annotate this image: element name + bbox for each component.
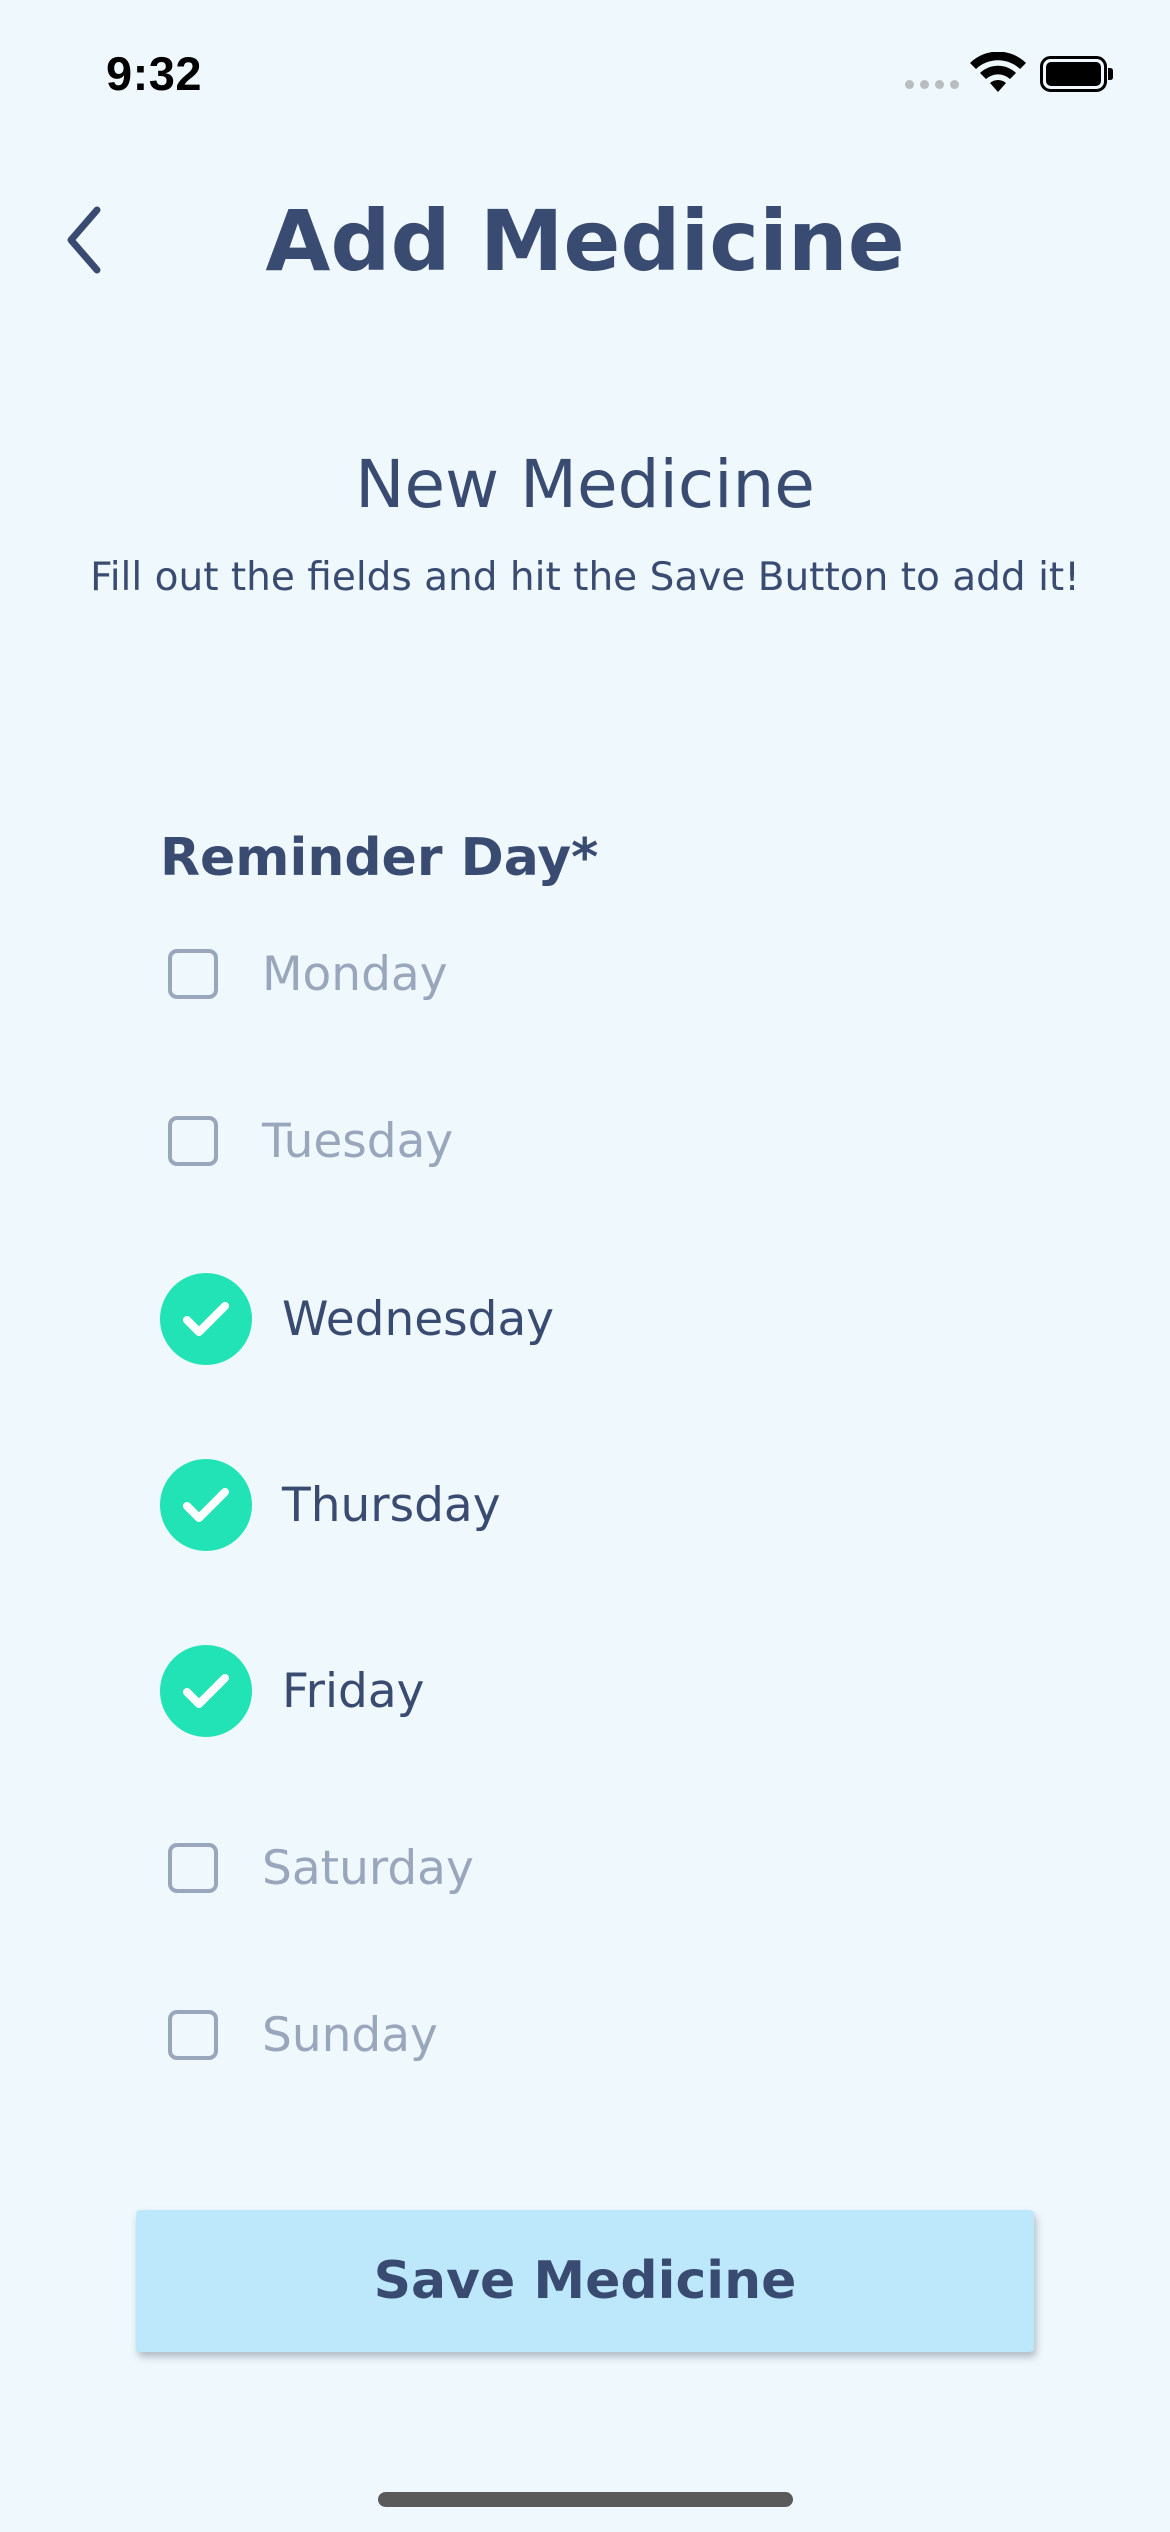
check-circle-icon[interactable]: [160, 1645, 252, 1737]
status-time: 9:32: [106, 47, 203, 100]
day-label: Thursday: [282, 1477, 501, 1533]
checkmark-icon: [183, 1302, 229, 1336]
day-label: Monday: [262, 946, 448, 1002]
page-title: Add Medicine: [265, 192, 905, 290]
day-label: Wednesday: [282, 1291, 555, 1347]
reminder-day-label: Reminder Day*: [160, 828, 599, 888]
day-option-wednesday[interactable]: Wednesday: [160, 1269, 554, 1369]
day-option-thursday[interactable]: Thursday: [160, 1455, 501, 1555]
form-title: New Medicine: [355, 446, 815, 523]
check-circle-icon[interactable]: [160, 1273, 252, 1365]
checkbox-unchecked-icon[interactable]: [168, 1116, 218, 1166]
day-option-tuesday[interactable]: Tuesday: [160, 1091, 453, 1191]
checkmark-icon: [183, 1488, 229, 1522]
check-circle-icon[interactable]: [160, 1459, 252, 1551]
day-label: Sunday: [262, 2007, 438, 2063]
day-option-monday[interactable]: Monday: [160, 924, 448, 1024]
checkbox-unchecked-icon[interactable]: [168, 2010, 218, 2060]
day-label: Friday: [282, 1663, 425, 1719]
battery-icon: [1040, 56, 1113, 92]
checkmark-icon: [183, 1674, 229, 1708]
wifi-icon: [970, 52, 1026, 92]
save-medicine-button[interactable]: Save Medicine: [136, 2210, 1034, 2352]
day-option-sunday[interactable]: Sunday: [160, 1985, 438, 2085]
day-option-saturday[interactable]: Saturday: [160, 1818, 474, 1918]
day-label: Tuesday: [262, 1113, 454, 1169]
checkbox-unchecked-icon[interactable]: [168, 1843, 218, 1893]
home-indicator[interactable]: [378, 2492, 793, 2507]
signal-dots-icon: [905, 80, 959, 89]
checkbox-unchecked-icon[interactable]: [168, 949, 218, 999]
day-label: Saturday: [262, 1840, 474, 1896]
form-subtitle: Fill out the fields and hit the Save But…: [90, 555, 1080, 600]
day-option-friday[interactable]: Friday: [160, 1641, 424, 1741]
